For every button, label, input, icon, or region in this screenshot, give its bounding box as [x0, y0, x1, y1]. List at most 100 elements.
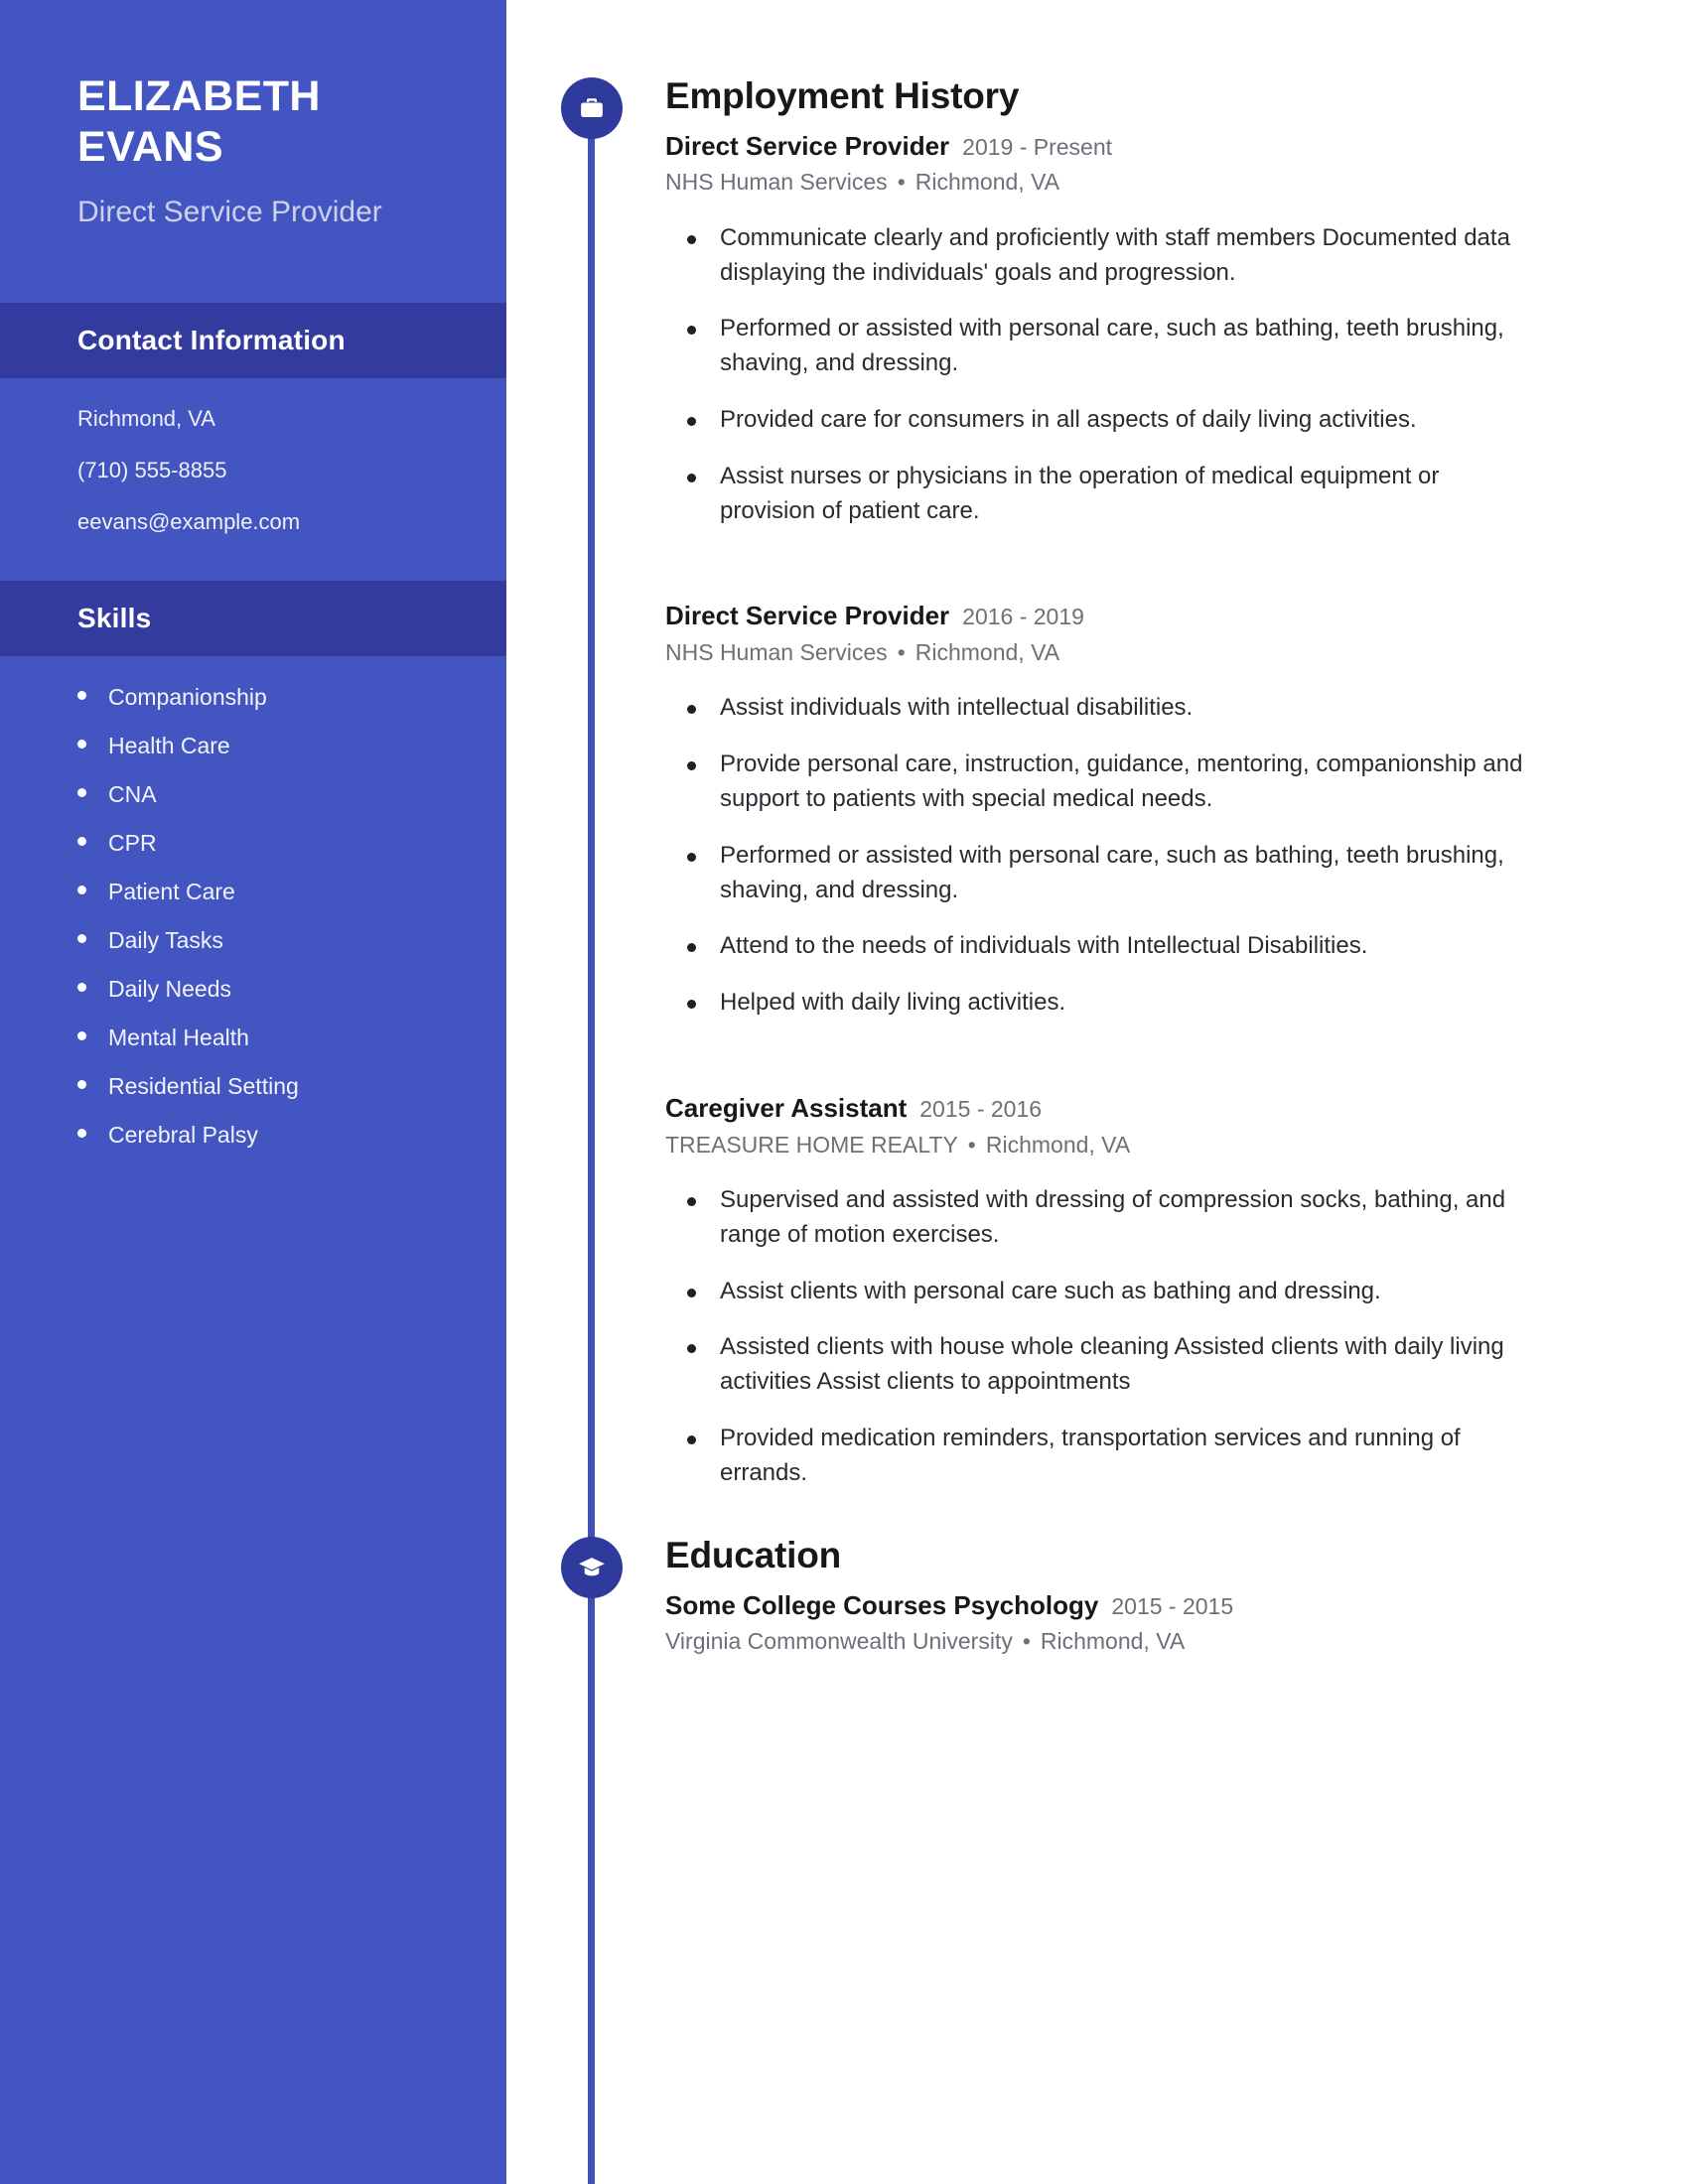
job-bullets: Supervised and assisted with dressing of… [665, 1183, 1539, 1491]
job-title: Direct Service Provider [665, 130, 950, 161]
job-dates: 2016 - 2019 [962, 604, 1084, 630]
bullet-text: Provide personal care, instruction, guid… [720, 751, 1523, 813]
job-title: Direct Service Provider [665, 601, 950, 631]
employment-entry: Direct Service Provider 2019 - Present N… [665, 132, 1539, 529]
bullet-text: Performed or assisted with personal care… [720, 315, 1504, 377]
skill-label: Health Care [108, 733, 230, 759]
job-bullets: Assist individuals with intellectual dis… [665, 691, 1539, 1021]
list-item: Daily Needs [77, 978, 506, 1001]
page-title: Education [665, 1535, 842, 1575]
employer-line: TREASURE HOME REALTY • Richmond, VA [665, 1132, 1539, 1158]
employer-line: NHS Human Services • Richmond, VA [665, 639, 1539, 665]
employer-line: NHS Human Services • Richmond, VA [665, 169, 1539, 195]
list-item: Assist individuals with intellectual dis… [665, 691, 1539, 726]
bullet-dot-icon [77, 788, 86, 798]
contact-phone[interactable]: (710) 555-8855 [77, 460, 506, 481]
bullet-text: Provided care for consumers in all aspec… [720, 406, 1417, 434]
education-section: Education Some College Courses Psycholog… [506, 1535, 1688, 1681]
skill-label: Patient Care [108, 879, 235, 905]
list-item: Provide personal care, instruction, guid… [665, 748, 1539, 817]
school-line: Virginia Commonwealth University • Richmon… [665, 1628, 1539, 1654]
bullet-dot-icon [687, 1344, 696, 1354]
employer-name: NHS Human Services [665, 639, 888, 666]
separator-dot-icon: • [967, 1131, 976, 1158]
employment-entry: Caregiver Assistant 2015 - 2016 TREASURE… [665, 1094, 1539, 1491]
list-item: Performed or assisted with personal care… [665, 312, 1539, 381]
list-item: Health Care [77, 735, 506, 757]
job-location: Richmond, VA [914, 639, 1060, 666]
skill-label: CPR [108, 830, 157, 857]
employer-name: NHS Human Services [665, 169, 888, 196]
bullet-dot-icon [687, 417, 696, 427]
bullet-text: Assisted clients with house whole cleani… [720, 1333, 1504, 1396]
list-item: Attend to the needs of individuals with … [665, 929, 1539, 964]
skill-label: Cerebral Palsy [108, 1122, 258, 1149]
list-item: Supervised and assisted with dressing of… [665, 1183, 1539, 1253]
bullet-dot-icon [77, 691, 86, 701]
entry-header: Direct Service Provider 2016 - 2019 [665, 602, 1539, 630]
separator-dot-icon: • [1022, 1628, 1031, 1655]
skill-label: CNA [108, 781, 157, 808]
bullet-text: Provided medication reminders, transport… [720, 1425, 1461, 1486]
list-item: Assist nurses or physicians in the opera… [665, 460, 1539, 529]
list-item: Assisted clients with house whole cleani… [665, 1330, 1539, 1400]
education-entry: Some College Courses Psychology 2015 - 2… [665, 1591, 1539, 1655]
job-dates: 2015 - 2016 [919, 1096, 1043, 1123]
list-item: Residential Setting [77, 1075, 506, 1098]
school-name: Virginia Commonwealth University [665, 1628, 1013, 1655]
employer-name: TREASURE HOME REALTY [665, 1131, 958, 1158]
contact-location: Richmond, VA [77, 406, 215, 432]
list-item: Cerebral Palsy [77, 1124, 506, 1147]
job-title: Caregiver Assistant [665, 1093, 908, 1124]
last-name: EVANS [77, 122, 223, 171]
list-item: Daily Tasks [77, 929, 506, 952]
bullet-dot-icon [687, 852, 696, 862]
school-location: Richmond, VA [1040, 1628, 1186, 1655]
bullet-text: Assist nurses or physicians in the opera… [720, 462, 1440, 524]
job-dates: 2019 - Present [962, 133, 1113, 160]
sidebar: ELIZABETH EVANS Direct Service Provider … [0, 0, 506, 2184]
degree-dates: 2015 - 2015 [1111, 1592, 1234, 1619]
list-item: Helped with daily living activities. [665, 986, 1539, 1021]
employment-history-section: Employment History Direct Service Provid… [506, 76, 1688, 1531]
skill-label: Daily Needs [108, 976, 231, 1003]
bullet-dot-icon [687, 1000, 696, 1010]
education-body: Education Some College Courses Psycholog… [665, 1535, 1688, 1655]
list-item: Assist clients with personal care such a… [665, 1275, 1539, 1309]
list-item: Provided medication reminders, transport… [665, 1422, 1539, 1491]
bullet-text: Performed or assisted with personal care… [720, 841, 1504, 903]
resume-page: ELIZABETH EVANS Direct Service Provider … [0, 0, 1688, 2184]
main-content: Employment History Direct Service Provid… [506, 0, 1688, 2184]
contact-email[interactable]: eevans@example.com [77, 511, 506, 533]
list-item: CNA [77, 783, 506, 806]
bullet-dot-icon [687, 1435, 696, 1445]
name-block: ELIZABETH EVANS Direct Service Provider [0, 0, 506, 231]
bullet-dot-icon [77, 886, 86, 895]
bullet-text: Communicate clearly and proficiently wit… [720, 223, 1510, 286]
list-item: Communicate clearly and proficiently wit… [665, 221, 1539, 291]
bullet-dot-icon [687, 705, 696, 715]
employment-body: Employment History Direct Service Provid… [665, 76, 1688, 1491]
bullet-dot-icon [77, 837, 86, 847]
bullet-dot-icon [687, 1197, 696, 1207]
bullet-dot-icon [687, 234, 696, 244]
bullet-text: Supervised and assisted with dressing of… [720, 1186, 1506, 1248]
job-location: Richmond, VA [914, 169, 1060, 196]
entry-header: Some College Courses Psychology 2015 - 2… [665, 1591, 1539, 1620]
contact-section-header: Contact Information [0, 303, 506, 379]
bullet-dot-icon [77, 983, 86, 993]
bullet-dot-icon [77, 1080, 86, 1090]
bullet-dot-icon [77, 740, 86, 750]
separator-dot-icon: • [897, 169, 906, 196]
list-item: Companionship [77, 686, 506, 709]
job-location: Richmond, VA [985, 1131, 1131, 1158]
employment-entry: Direct Service Provider 2016 - 2019 NHS … [665, 602, 1539, 1021]
bullet-dot-icon [687, 1288, 696, 1297]
degree-title: Some College Courses Psychology [665, 1589, 1099, 1620]
bullet-dot-icon [687, 943, 696, 953]
skill-label: Companionship [108, 684, 267, 711]
entry-header: Direct Service Provider 2019 - Present [665, 132, 1539, 161]
bullet-text: Assist clients with personal care such a… [720, 1277, 1381, 1304]
